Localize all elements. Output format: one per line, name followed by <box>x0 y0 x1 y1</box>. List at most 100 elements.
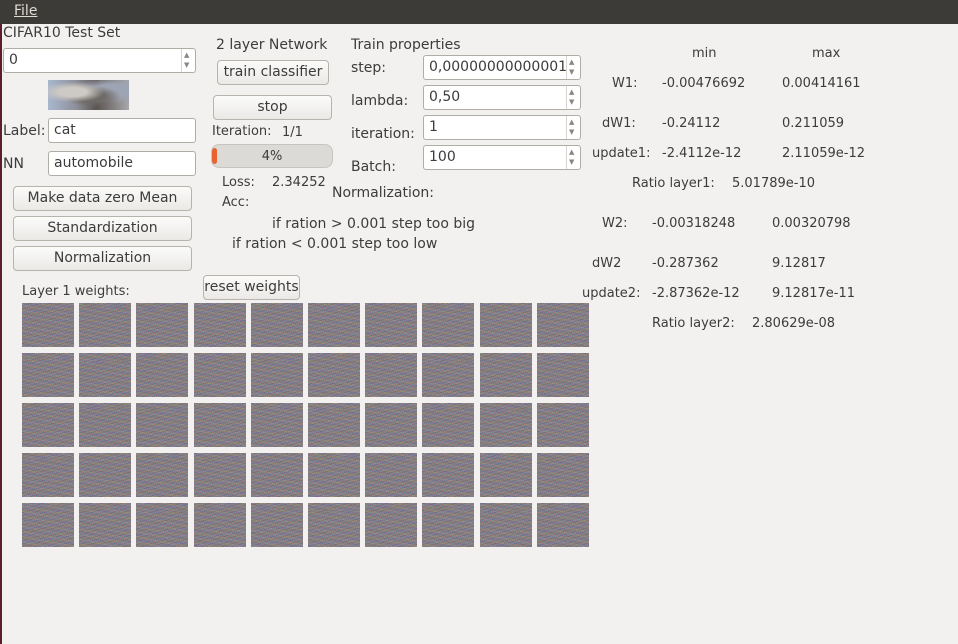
ratio2-value: 2.80629e-08 <box>752 316 835 331</box>
normalization-caption: Normalization: <box>332 185 435 201</box>
iteration-count-caption: iteration: <box>351 126 415 142</box>
normalization-button[interactable]: Normalization <box>13 246 192 271</box>
weight-tile <box>79 453 131 497</box>
lambda-spinbox[interactable]: 0,50 ▲ ▼ <box>423 85 581 110</box>
nn-caption: NN <box>3 156 24 172</box>
weight-tile <box>251 403 303 447</box>
weight-tile <box>79 303 131 347</box>
stop-button[interactable]: stop <box>213 95 332 120</box>
iteration-count-value: 1 <box>429 119 438 135</box>
w1-min: -0.00476692 <box>662 76 746 91</box>
weight-tile <box>79 353 131 397</box>
spin-up-icon[interactable]: ▲ <box>569 149 574 156</box>
weight-tile <box>22 303 74 347</box>
weight-tile <box>194 303 246 347</box>
dw1-caption: dW1: <box>602 116 636 131</box>
loss-caption: Loss: <box>222 175 255 190</box>
w2-max: 0.00320798 <box>772 216 851 231</box>
spin-down-icon[interactable]: ▼ <box>569 69 574 76</box>
update1-caption: update1: <box>592 146 651 161</box>
step-caption: step: <box>351 60 386 76</box>
weight-tile <box>537 403 589 447</box>
update1-min: -2.4112e-12 <box>662 146 742 161</box>
spin-up-icon[interactable]: ▲ <box>184 52 189 59</box>
spin-arrows[interactable]: ▲ ▼ <box>566 116 580 139</box>
weight-tile <box>136 403 188 447</box>
weight-tile <box>365 353 417 397</box>
label-field[interactable]: cat <box>48 118 196 143</box>
sample-image-thumbnail <box>48 80 129 110</box>
update2-max: 9.12817e-11 <box>772 286 855 301</box>
weight-tile <box>136 503 188 547</box>
weight-tile <box>422 403 474 447</box>
hint-step-too-big: if ration > 0.001 step too big <box>272 216 476 232</box>
weight-tile <box>537 353 589 397</box>
ratio1-caption: Ratio layer1: <box>632 176 715 191</box>
weight-tile <box>194 453 246 497</box>
label-caption: Label: <box>3 123 46 139</box>
weight-tile <box>480 303 532 347</box>
batch-spinbox[interactable]: 100 ▲ ▼ <box>423 145 581 170</box>
weight-tile <box>194 403 246 447</box>
loss-value: 2.34252 <box>272 175 326 190</box>
zero-mean-button[interactable]: Make data zero Mean <box>13 186 192 211</box>
weight-tile <box>422 453 474 497</box>
spin-arrows[interactable]: ▲ ▼ <box>566 86 580 109</box>
w1-caption: W1: <box>612 76 638 91</box>
spin-arrows[interactable]: ▲ ▼ <box>566 146 580 169</box>
layer1-weights-caption: Layer 1 weights: <box>22 284 130 299</box>
spin-arrows[interactable]: ▲ ▼ <box>566 56 580 79</box>
weight-tile <box>194 503 246 547</box>
nn-prediction-field[interactable]: automobile <box>48 151 196 176</box>
weight-tile <box>251 303 303 347</box>
w2-min: -0.00318248 <box>652 216 736 231</box>
weight-tile <box>308 453 360 497</box>
reset-weights-button[interactable]: reset weights <box>203 275 300 300</box>
train-properties-title: Train properties <box>351 37 461 53</box>
dw2-max: 9.12817 <box>772 256 826 271</box>
spin-down-icon[interactable]: ▼ <box>569 129 574 136</box>
weight-tile <box>79 503 131 547</box>
step-spinbox[interactable]: 0,00000000000001 ▲ ▼ <box>423 55 581 80</box>
spin-up-icon[interactable]: ▲ <box>569 89 574 96</box>
ratio2-caption: Ratio layer2: <box>652 316 735 331</box>
ratio1-value: 5.01789e-10 <box>732 176 815 191</box>
lambda-value: 0,50 <box>429 89 461 105</box>
spin-down-icon[interactable]: ▼ <box>569 99 574 106</box>
menu-file[interactable]: File <box>14 3 37 19</box>
iteration-value: 1/1 <box>282 125 303 140</box>
weight-tile <box>22 353 74 397</box>
weight-tile <box>480 353 532 397</box>
min-header: min <box>692 46 717 61</box>
update1-max: 2.11059e-12 <box>782 146 865 161</box>
train-classifier-button[interactable]: train classifier <box>217 60 329 85</box>
weight-tile <box>480 503 532 547</box>
spin-down-icon[interactable]: ▼ <box>184 62 189 69</box>
image-index-value: 0 <box>9 52 18 68</box>
image-index-spinbox[interactable]: 0 ▲ ▼ <box>3 48 196 73</box>
dw2-min: -0.287362 <box>652 256 719 271</box>
weight-tile <box>194 353 246 397</box>
progress-text: 4% <box>261 149 283 164</box>
iteration-spinbox[interactable]: 1 ▲ ▼ <box>423 115 581 140</box>
update2-caption: update2: <box>582 286 641 301</box>
menu-bar: File <box>0 0 958 24</box>
network-title: 2 layer Network <box>216 37 328 53</box>
batch-value: 100 <box>429 149 456 165</box>
step-value: 0,00000000000001 <box>429 59 568 75</box>
weight-tile <box>308 353 360 397</box>
spin-up-icon[interactable]: ▲ <box>569 119 574 126</box>
standardization-button[interactable]: Standardization <box>13 216 192 241</box>
weight-tile <box>308 403 360 447</box>
hint-step-too-low: if ration < 0.001 step too low <box>232 236 438 252</box>
weight-tile <box>365 453 417 497</box>
max-header: max <box>812 46 841 61</box>
weight-tile <box>251 453 303 497</box>
acc-caption: Acc: <box>222 195 250 210</box>
spin-up-icon[interactable]: ▲ <box>569 59 574 66</box>
spin-down-icon[interactable]: ▼ <box>569 159 574 166</box>
spin-arrows[interactable]: ▲ ▼ <box>181 49 195 72</box>
weight-tile <box>480 453 532 497</box>
weight-tile <box>422 303 474 347</box>
batch-caption: Batch: <box>351 159 396 175</box>
